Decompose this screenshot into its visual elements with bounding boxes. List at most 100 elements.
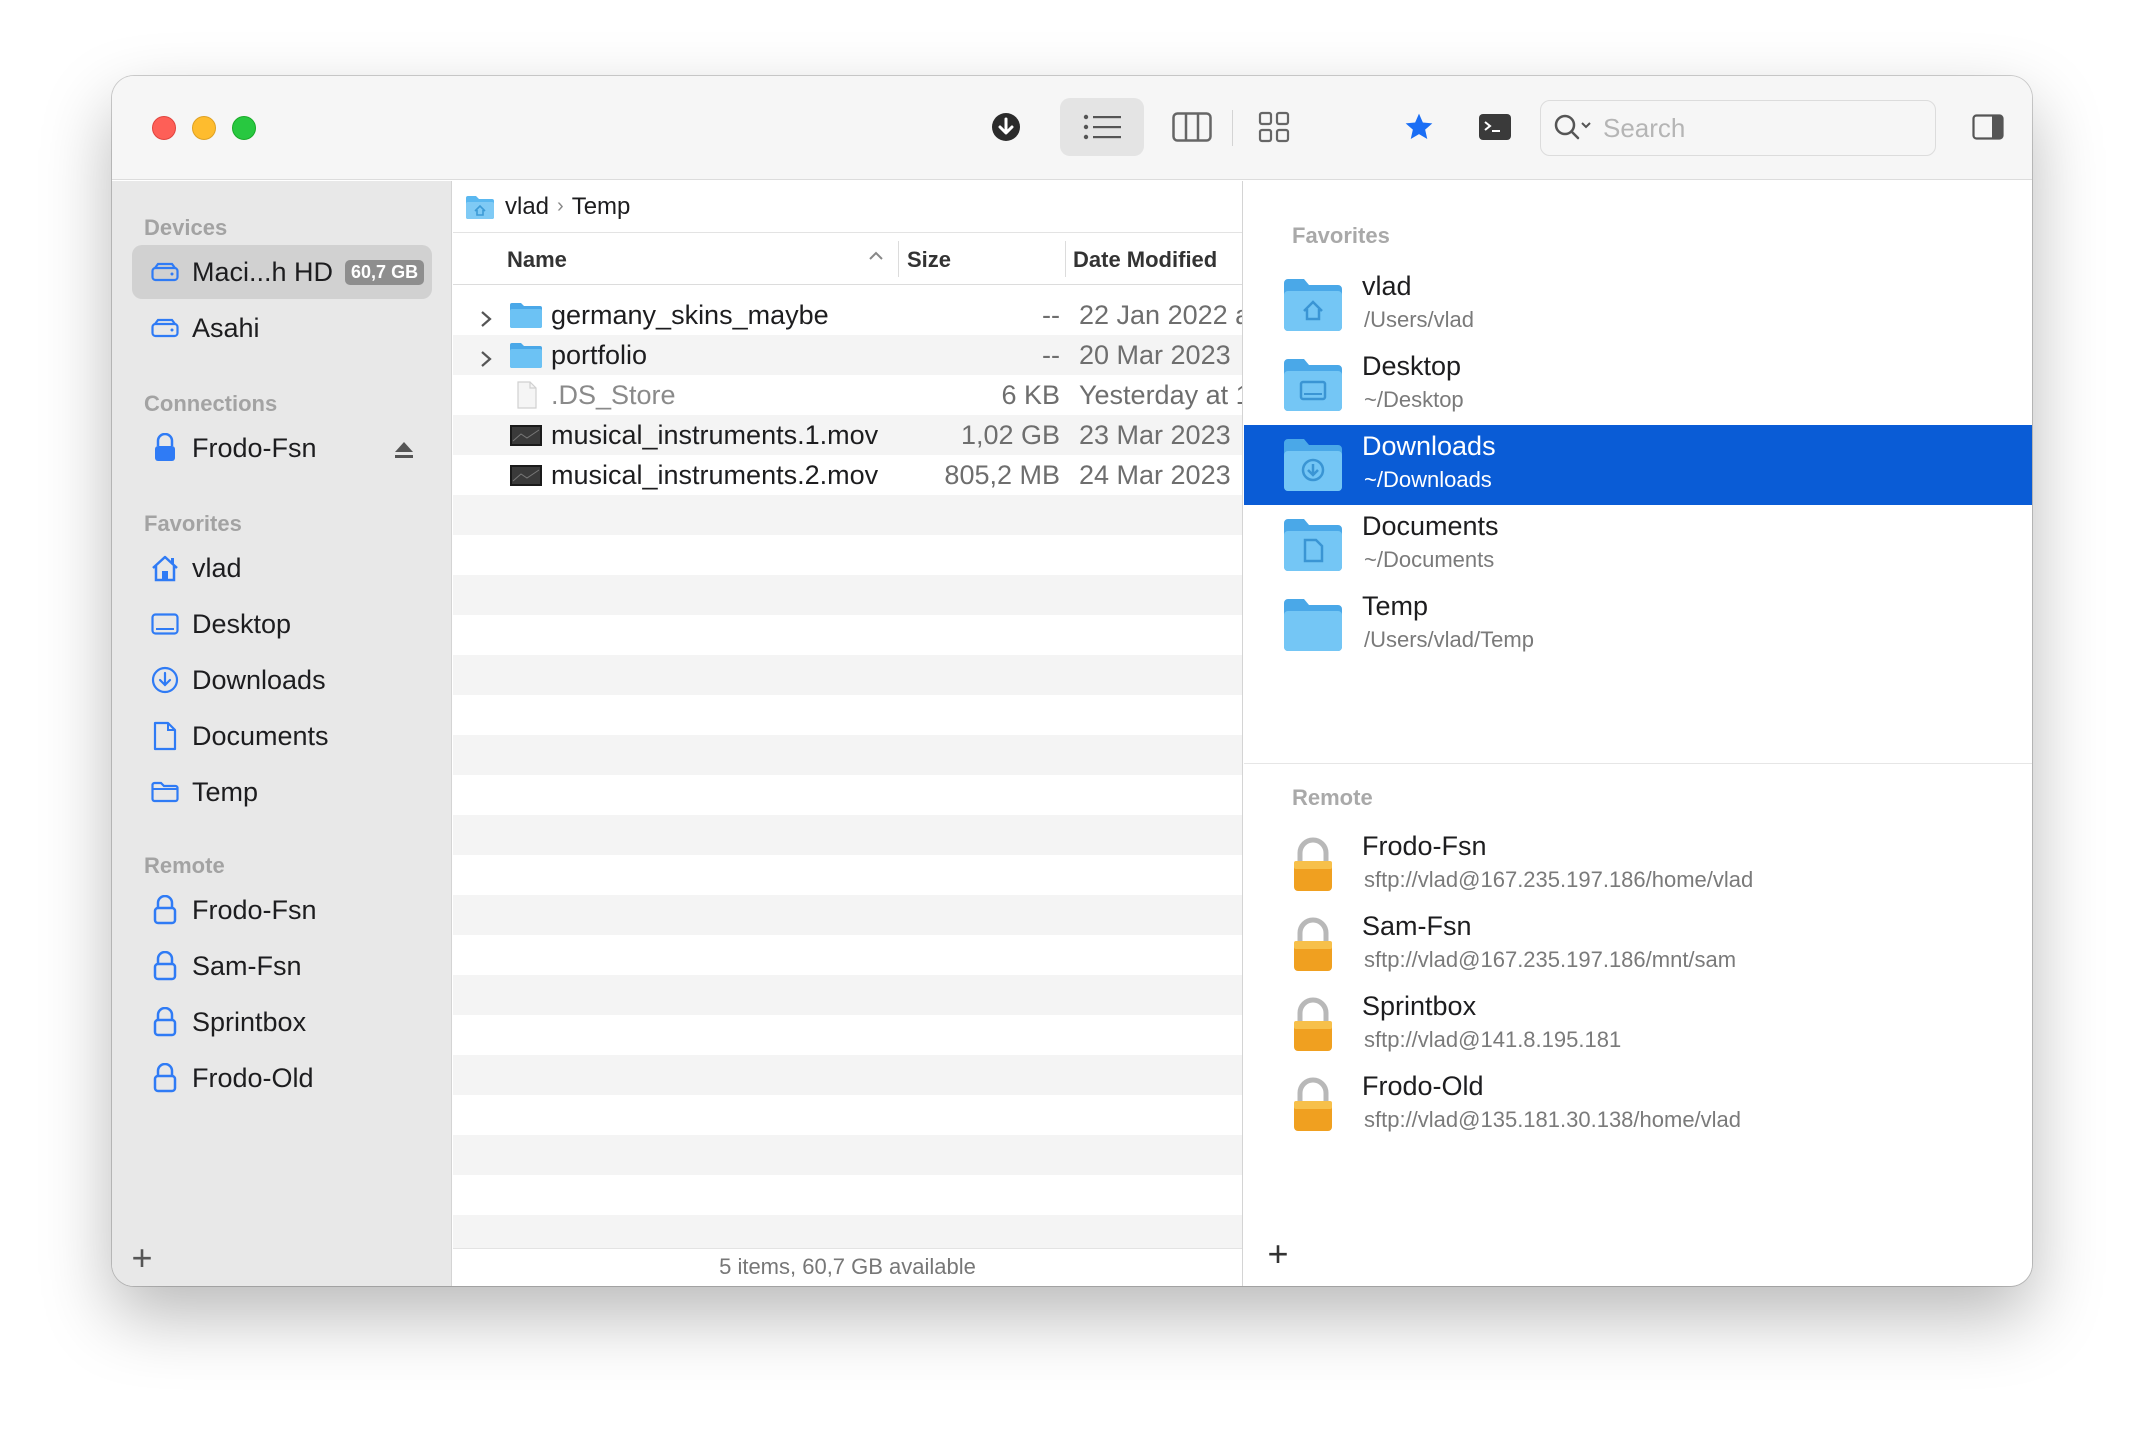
toggle-panel-icon[interactable]	[1964, 98, 2012, 156]
close-window-button[interactable]	[152, 116, 176, 140]
favorite-item-vlad[interactable]: vlad /Users/vlad	[1244, 265, 2032, 345]
column-header-name[interactable]: Name	[507, 247, 567, 273]
sidebar-item-macintosh-hd[interactable]: Maci...h HD 60,7 GB	[132, 245, 432, 299]
sidebar-item-label: Desktop	[192, 608, 292, 639]
zoom-window-button[interactable]	[232, 116, 256, 140]
empty-row	[453, 1215, 1242, 1248]
sort-ascending-icon[interactable]	[867, 245, 885, 271]
sidebar-item-documents[interactable]: Documents	[132, 709, 432, 763]
search-field[interactable]	[1540, 100, 1936, 156]
table-row[interactable]: musical_instruments.1.mov 1,02 GB 23 Mar…	[453, 415, 1242, 455]
lock-icon	[150, 895, 180, 925]
sidebar-item-remote-sprintbox[interactable]: Sprintbox	[132, 995, 432, 1049]
favorite-item-desktop[interactable]: Desktop ~/Desktop	[1244, 345, 2032, 425]
favorite-item-documents[interactable]: Documents ~/Documents	[1244, 505, 2032, 585]
document-icon	[150, 721, 180, 751]
favorites-star-icon[interactable]	[1394, 98, 1444, 156]
icon-view-button[interactable]	[1244, 98, 1304, 156]
remote-item-frodo-old[interactable]: Frodo-Old sftp://vlad@135.181.30.138/hom…	[1244, 1065, 2032, 1145]
file-name: musical_instruments.2.mov	[551, 460, 879, 490]
favorite-path: ~/Desktop	[1364, 387, 1464, 412]
sidebar-item-temp[interactable]: Temp	[132, 765, 432, 819]
lock-icon	[150, 951, 180, 981]
eject-icon[interactable]	[394, 435, 414, 466]
file-size: 805,2 MB	[944, 460, 1060, 490]
list-view-icon	[1083, 114, 1121, 140]
column-header-size[interactable]: Size	[907, 247, 951, 273]
sidebar-item-asahi[interactable]: Asahi	[132, 301, 432, 355]
sidebar-item-remote-sam-fsn[interactable]: Sam-Fsn	[132, 939, 432, 993]
column-view-icon	[1172, 112, 1212, 142]
column-divider[interactable]	[1065, 241, 1066, 277]
favorite-title: vlad	[1362, 271, 1412, 301]
sidebar-item-remote-frodo-fsn[interactable]: Frodo-Fsn	[132, 883, 432, 937]
breadcrumb-item[interactable]: Temp	[572, 193, 631, 221]
sidebar-add-button[interactable]: +	[122, 1237, 162, 1278]
remote-item-sprintbox[interactable]: Sprintbox sftp://vlad@141.8.195.181	[1244, 985, 2032, 1065]
download-circle-icon	[150, 665, 180, 695]
lock-icon	[1282, 835, 1344, 893]
column-header-date[interactable]: Date Modified	[1073, 247, 1217, 273]
movie-thumbnail-icon	[509, 421, 543, 449]
empty-row	[453, 1095, 1242, 1135]
lock-icon	[150, 1007, 180, 1037]
file-size: 1,02 GB	[960, 420, 1060, 450]
breadcrumb-item[interactable]: vlad	[505, 193, 549, 221]
sidebar-item-label: Asahi	[192, 312, 260, 343]
file-date: 20 Mar 2023	[1079, 340, 1231, 370]
list-view-button[interactable]	[1060, 98, 1144, 156]
remote-item-sam-fsn[interactable]: Sam-Fsn sftp://vlad@167.235.197.186/mnt/…	[1244, 905, 2032, 985]
sidebar-item-desktop[interactable]: Desktop	[132, 597, 432, 651]
remote-title: Sprintbox	[1362, 991, 1477, 1021]
search-icon	[1554, 114, 1591, 140]
column-divider[interactable]	[898, 241, 899, 277]
remote-item-frodo-fsn[interactable]: Frodo-Fsn sftp://vlad@167.235.197.186/ho…	[1244, 825, 2032, 905]
status-bar: 5 items, 60,7 GB available	[453, 1248, 1242, 1286]
favorite-path: /Users/vlad/Temp	[1364, 627, 1534, 652]
disclosure-chevron-icon[interactable]	[479, 345, 493, 376]
sidebar: Devices Maci...h HD 60,7 GB Asahi Connec…	[112, 181, 452, 1286]
download-icon[interactable]	[980, 98, 1032, 156]
favorite-path: ~/Documents	[1364, 547, 1495, 572]
toolbar	[112, 76, 2032, 180]
table-row[interactable]: portfolio -- 20 Mar 2023	[453, 335, 1242, 375]
table-row[interactable]: .DS_Store 6 KB Yesterday at 1	[453, 375, 1242, 415]
search-input[interactable]	[1603, 112, 1903, 144]
column-view-button[interactable]	[1162, 98, 1222, 156]
home-icon	[150, 553, 180, 583]
disclosure-chevron-icon[interactable]	[479, 305, 493, 336]
file-name: portfolio	[551, 340, 648, 370]
sidebar-section-connections: Connections	[144, 391, 278, 416]
empty-row	[453, 1175, 1242, 1215]
sidebar-item-label: Sprintbox	[192, 1006, 307, 1037]
remote-title: Frodo-Old	[1362, 1071, 1484, 1101]
favorite-path: ~/Downloads	[1364, 467, 1492, 492]
favorites-header: Favorites	[1292, 223, 1390, 248]
sidebar-item-label: Maci...h HD	[192, 256, 334, 287]
favorite-item-downloads[interactable]: Downloads ~/Downloads	[1244, 425, 2032, 505]
file-name: musical_instruments.1.mov	[551, 420, 879, 450]
file-size: --	[1042, 340, 1060, 370]
folder-icon	[1282, 595, 1344, 653]
app-window: Devices Maci...h HD 60,7 GB Asahi Connec…	[112, 76, 2032, 1286]
table-row[interactable]: musical_instruments.2.mov 805,2 MB 24 Ma…	[453, 455, 1242, 495]
favorite-title: Temp	[1362, 591, 1429, 621]
sidebar-item-label: Documents	[192, 720, 329, 751]
sidebar-item-label: Frodo-Fsn	[192, 432, 317, 463]
minimize-window-button[interactable]	[192, 116, 216, 140]
sidebar-item-connection-frodo-fsn[interactable]: Frodo-Fsn	[132, 421, 432, 475]
movie-thumbnail-icon	[509, 461, 543, 489]
terminal-icon[interactable]	[1470, 98, 1520, 156]
favorite-item-temp[interactable]: Temp /Users/vlad/Temp	[1244, 585, 2032, 665]
lock-icon	[1282, 1075, 1344, 1133]
sidebar-item-label: Frodo-Fsn	[192, 894, 317, 925]
sidebar-item-downloads[interactable]: Downloads	[132, 653, 432, 707]
sidebar-item-vlad[interactable]: vlad	[132, 541, 432, 595]
favorite-title: Documents	[1362, 511, 1499, 541]
remote-path: sftp://vlad@167.235.197.186/home/vlad	[1364, 867, 1754, 892]
sidebar-item-remote-frodo-old[interactable]: Frodo-Old	[132, 1051, 432, 1105]
favorite-title: Downloads	[1362, 431, 1496, 461]
favorite-title: Desktop	[1362, 351, 1462, 381]
table-row[interactable]: germany_skins_maybe -- 22 Jan 2022 at	[453, 295, 1242, 335]
add-favorite-button[interactable]: +	[1258, 1233, 1298, 1274]
